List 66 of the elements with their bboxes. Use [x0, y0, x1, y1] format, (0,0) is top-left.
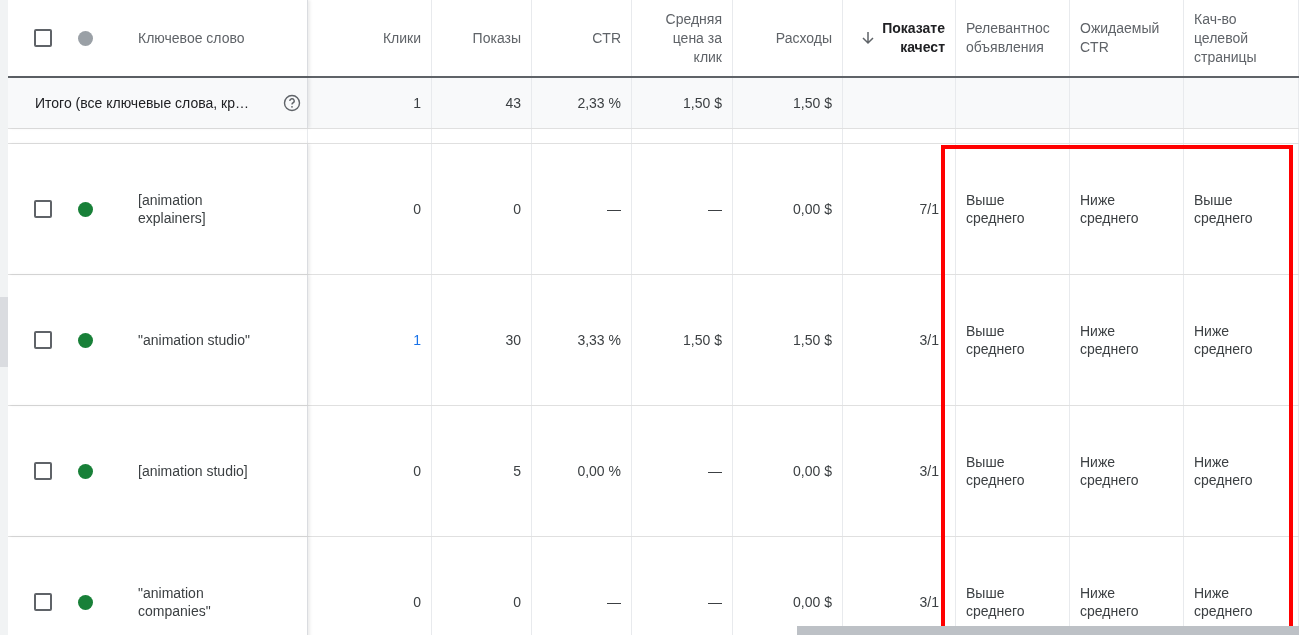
table-cell-text: Ниже среднего [1080, 453, 1140, 489]
keyword[interactable]: "animation studio" [138, 331, 258, 349]
table-cell: — [708, 594, 722, 610]
table-cell: 0 [413, 594, 421, 610]
table-cell: 0,00 $ [793, 463, 832, 479]
table-cell-text: Выше среднего [966, 191, 1026, 227]
keyword[interactable]: "animation companies" [138, 584, 258, 620]
column-header[interactable]: Релевантнос объявления [966, 19, 1050, 57]
sort-arrow-icon[interactable] [860, 30, 877, 46]
table-cell: 0,00 % [577, 463, 621, 479]
table-cell: 0 [413, 201, 421, 217]
table-cell: 43 [505, 95, 521, 111]
table-cell: 1,50 $ [793, 95, 832, 111]
table-cell: 0 [413, 463, 421, 479]
column-header[interactable]: Ожидаемый CTR [1080, 19, 1160, 57]
keyword[interactable]: [animation explainers] [138, 191, 258, 227]
table-cell: 0 [513, 594, 521, 610]
column-header[interactable]: Показате качест [882, 19, 945, 57]
table-cell: 0,00 $ [793, 201, 832, 217]
help-icon[interactable] [283, 94, 301, 112]
checkbox[interactable] [34, 29, 52, 47]
checkbox[interactable] [34, 200, 52, 218]
table-cell-text: Выше среднего [1194, 191, 1254, 227]
table-cell: 3/1 [919, 332, 939, 348]
table-cell: — [607, 594, 621, 610]
table-cell: 5 [513, 463, 521, 479]
column-header[interactable]: Кач-во целевой страницы [1194, 9, 1257, 67]
table-cell: 30 [505, 332, 521, 348]
column-header[interactable]: Средняя цена за клик [665, 9, 722, 67]
checkbox[interactable] [34, 462, 52, 480]
column-header[interactable]: Показы [472, 28, 521, 48]
table-cell-text: Ниже среднего [1194, 322, 1254, 358]
table-cell: 1,50 $ [793, 332, 832, 348]
table-cell: 1,50 $ [683, 332, 722, 348]
table-cell: — [607, 201, 621, 217]
checkbox[interactable] [34, 331, 52, 349]
table-cell: 3/1 [919, 463, 939, 479]
checkbox[interactable] [34, 593, 52, 611]
column-header[interactable]: Расходы [775, 28, 832, 48]
table-cell: 7/1 [919, 201, 939, 217]
total-label: Итого (все ключевые слова, кр… [34, 95, 249, 111]
table-cell-text: Выше среднего [966, 322, 1026, 358]
table-cell-text: Ниже среднего [1080, 191, 1140, 227]
table-cell-text: Выше среднего [966, 584, 1026, 620]
status-dot [78, 30, 93, 46]
column-header[interactable]: Ключевое слово [138, 28, 245, 48]
keyword[interactable]: [animation studio] [138, 462, 258, 480]
table-cell: — [708, 463, 722, 479]
table-cell-text: Ниже среднего [1194, 453, 1254, 489]
table-cell-text: Ниже среднего [1194, 584, 1254, 620]
column-header[interactable]: Клики [382, 28, 421, 48]
table-cell: 1,50 $ [683, 95, 722, 111]
table-cell-text: Ниже среднего [1080, 322, 1140, 358]
table-cell: 0 [513, 201, 521, 217]
table-cell: 0,00 $ [793, 594, 832, 610]
table-cell: 3/1 [919, 594, 939, 610]
column-header[interactable]: CTR [592, 28, 621, 48]
table-cell: — [708, 201, 722, 217]
scrollbar-thumb[interactable] [0, 297, 8, 367]
table-cell[interactable]: 1 [413, 332, 421, 348]
table-cell-text: Ниже среднего [1080, 584, 1140, 620]
table-cell-text: Выше среднего [966, 453, 1026, 489]
table-cell: 3,33 % [577, 332, 621, 348]
table-cell: 2,33 % [577, 95, 621, 111]
scrollbar-thumb[interactable] [797, 626, 1299, 635]
table-cell: 1 [413, 95, 421, 111]
